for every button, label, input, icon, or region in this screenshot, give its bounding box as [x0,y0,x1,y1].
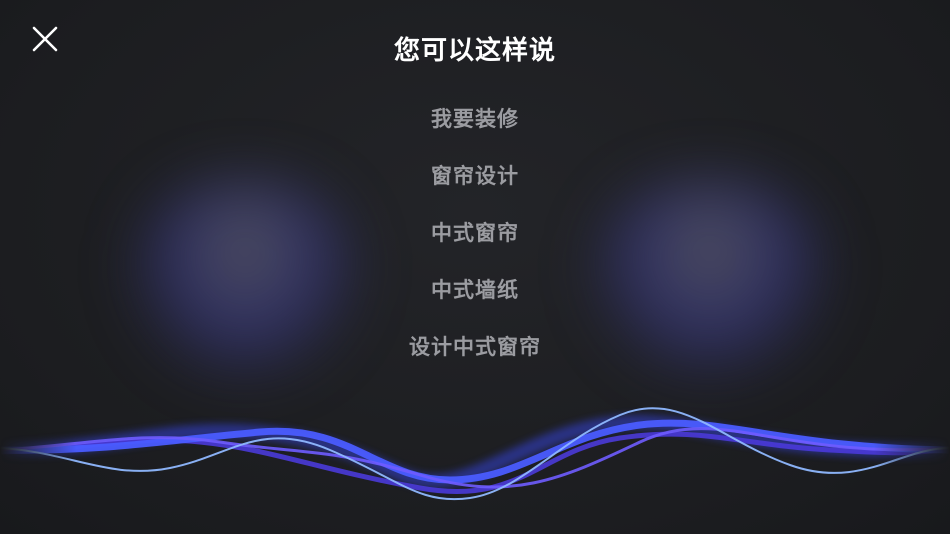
suggestion-list: 我要装修 窗帘设计 中式窗帘 中式墙纸 设计中式窗帘 [0,100,950,385]
voice-waveform-icon [0,407,950,501]
suggestion-item[interactable]: 中式墙纸 [0,271,950,328]
page-title: 您可以这样说 [393,36,556,66]
suggestion-item[interactable]: 设计中式窗帘 [0,328,950,385]
wave-glow [0,414,950,489]
suggestion-item[interactable]: 中式窗帘 [0,214,950,271]
suggestion-item[interactable]: 窗帘设计 [0,157,950,214]
suggestion-item[interactable]: 我要装修 [0,100,950,157]
voice-assistant-screen: 您可以这样说 我要装修 窗帘设计 中式窗帘 中式墙纸 设计中式窗帘 [0,0,950,534]
